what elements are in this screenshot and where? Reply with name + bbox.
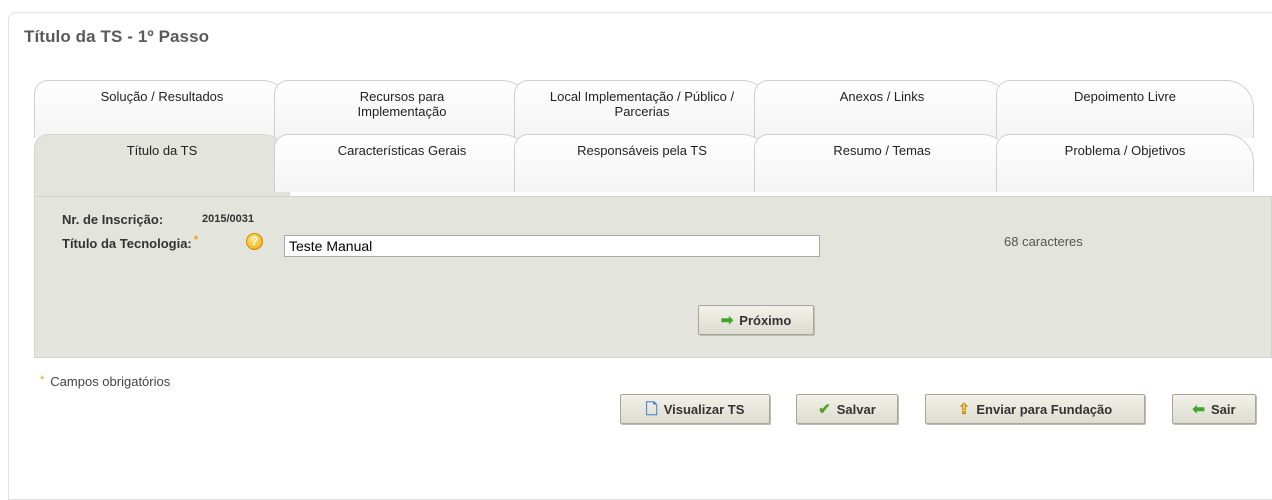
tab-label: Solução / Resultados (100, 89, 224, 104)
tab-label: Local Implementação / Público / Parceria… (549, 89, 735, 119)
tab-recursos-implementacao[interactable]: Recursos para Implementação (274, 80, 530, 138)
arrow-right-icon: ➡ (720, 311, 734, 329)
tab-label: Depoimento Livre (1074, 89, 1176, 104)
tab-titulo-ts[interactable]: Título da TS (34, 134, 290, 204)
inscricao-value: 2015/0031 (202, 213, 254, 225)
tab-label: Resumo / Temas (833, 143, 931, 158)
page-title: Título da TS - 1º Passo (24, 27, 210, 46)
char-count: 68 caracteres (1004, 234, 1083, 249)
salvar-button[interactable]: ✔ Salvar (796, 394, 898, 424)
sair-button[interactable]: ⬅ Sair (1172, 394, 1256, 424)
tab-problema-objetivos[interactable]: Problema / Objetivos (996, 134, 1254, 192)
visualizar-label: Visualizar TS (663, 401, 745, 417)
tab-label: Responsáveis pela TS (577, 143, 707, 158)
inscricao-label: Nr. de Inscrição: (62, 212, 164, 227)
tab-caracteristicas-gerais[interactable]: Características Gerais (274, 134, 530, 192)
visualizar-ts-button[interactable]: 🗋 Visualizar TS (620, 394, 770, 424)
checkmark-icon: ✔ (818, 400, 831, 418)
send-document-icon: ⇪ (957, 400, 971, 418)
arrow-left-icon: ⬅ (1192, 400, 1205, 418)
proximo-button[interactable]: ➡ Próximo (698, 305, 814, 335)
tab-label: Recursos para Implementação (357, 89, 447, 119)
required-star-icon: * (40, 374, 45, 386)
tab-anexos-links[interactable]: Anexos / Links (754, 80, 1010, 138)
titulo-tecnologia-label: Título da Tecnologia: * (62, 234, 199, 251)
required-fields-note: * Campos obrigatórios (40, 374, 170, 389)
sair-label: Sair (1211, 401, 1236, 417)
question-icon[interactable]: ? (246, 233, 263, 250)
tab-label: Título da TS (126, 143, 198, 158)
tab-responsaveis-ts[interactable]: Responsáveis pela TS (514, 134, 770, 192)
enviar-label: Enviar para Fundação (976, 401, 1113, 417)
tab-label: Problema / Objetivos (1064, 143, 1186, 158)
titulo-label-text: Título da Tecnologia: (62, 236, 192, 251)
required-star-icon: * (193, 234, 199, 246)
tab-resumo-temas[interactable]: Resumo / Temas (754, 134, 1010, 192)
document-icon: 🗋 (645, 400, 658, 418)
titulo-tecnologia-input[interactable] (284, 235, 820, 257)
tab-solucao-resultados[interactable]: Solução / Resultados (34, 80, 290, 138)
proximo-label: Próximo (739, 312, 792, 328)
tab-depoimento-livre[interactable]: Depoimento Livre (996, 80, 1254, 138)
enviar-fundacao-button[interactable]: ⇪ Enviar para Fundação (925, 394, 1145, 424)
tab-label: Características Gerais (337, 143, 467, 158)
tab-label: Anexos / Links (839, 89, 925, 104)
tab-local-implementacao[interactable]: Local Implementação / Público / Parceria… (514, 80, 770, 138)
required-note-text: Campos obrigatórios (50, 374, 171, 389)
salvar-label: Salvar (836, 401, 876, 417)
